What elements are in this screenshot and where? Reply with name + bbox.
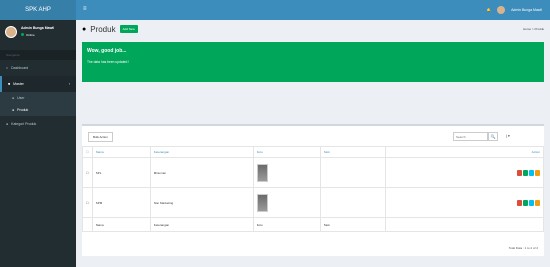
data-box: Bulk Action 🔍 | ▾ ☐ Nama Keterangan Foto… (82, 124, 545, 256)
footer-cell (82, 217, 93, 232)
data-table: ☐ Nama Keterangan Foto Stok Action ☐ SPL… (82, 146, 545, 232)
sidebar: Admin Bunga Mawil Online Navigation ⌂ Das… (0, 20, 76, 267)
detail-icon[interactable] (529, 199, 534, 206)
users-icon: ● (6, 122, 9, 126)
user-status: Online (21, 33, 54, 37)
user-panel: Admin Bunga Mawil Online (0, 20, 76, 50)
product-photo[interactable] (256, 163, 268, 182)
footer-cell: Foto (252, 217, 321, 232)
bell-icon[interactable]: 🔔 (487, 8, 491, 12)
cell-actions (384, 157, 545, 188)
cell-foto (252, 157, 321, 188)
alert-text: The data has been updated ! (87, 60, 130, 64)
cell-nama: SPL (91, 157, 151, 188)
sidebar-item-produk[interactable]: ● Produk (0, 104, 76, 116)
cell-stok (319, 187, 386, 218)
breadcrumb[interactable]: Home > Produk (523, 27, 544, 31)
cell-actions (384, 187, 545, 218)
total-data-label: Total Data : 1 to 2 of 2 (508, 246, 538, 250)
footer-cell: Stok (319, 217, 386, 232)
online-dot-icon (21, 33, 24, 36)
footer-cell: Nama (91, 217, 151, 232)
cell-keterangan: Non Marketing (149, 187, 254, 218)
cell-stok (319, 157, 386, 188)
table-header-row: ☐ Nama Keterangan Foto Stok Action (82, 146, 545, 158)
users-icon: ● (82, 25, 87, 33)
sidebar-item-dashboard[interactable]: ⌂ Dashboard (0, 60, 76, 76)
table-row: ☐ SPM Non Marketing (82, 187, 545, 218)
column-header[interactable]: Foto (252, 146, 321, 158)
table-toolbar: Bulk Action 🔍 | ▾ (82, 126, 544, 146)
navbar-right: 🔔 Admin Bunga Mawil (487, 6, 542, 14)
edit-icon[interactable] (535, 169, 540, 176)
add-new-button[interactable]: Add New (119, 25, 138, 33)
app-brand[interactable]: SPK AHP (0, 0, 76, 20)
sidebar-item-kategori-produk[interactable]: ● Kategori Produk (0, 116, 76, 132)
sidebar-item-user[interactable]: ● User (0, 92, 76, 104)
cell-nama: SPM (91, 187, 151, 218)
column-header[interactable]: Keterangan (149, 146, 254, 158)
bulk-action-button[interactable]: Bulk Action (88, 132, 113, 142)
home-icon: ⌂ (6, 66, 9, 70)
table-footer-row: Nama Keterangan Foto Stok (82, 217, 545, 232)
success-alert: Wow, good job... The data has been updat… (82, 42, 544, 82)
user-icon: ● (12, 96, 15, 100)
view-icon[interactable] (523, 169, 528, 176)
column-header[interactable]: Stok (319, 146, 386, 158)
product-photo[interactable] (256, 193, 268, 212)
nav-header: Navigation (0, 50, 76, 60)
edit-icon[interactable] (535, 199, 540, 206)
cell-foto (252, 187, 321, 218)
search-icon[interactable]: 🔍 (488, 132, 498, 141)
view-icon[interactable] (523, 199, 528, 206)
column-header: Action (384, 146, 545, 158)
footer-cell (384, 217, 545, 232)
navbar-user-name[interactable]: Admin Bunga Mawil (511, 8, 542, 12)
alert-title: Wow, good job... (87, 48, 127, 54)
page-title: Produk (90, 24, 116, 34)
top-navbar: SPK AHP ≡ 🔔 Admin Bunga Mawil (0, 0, 550, 20)
file-icon: ■ (8, 82, 11, 86)
content-area: ● Produk Add New Home > Produk Wow, good… (76, 20, 550, 267)
delete-icon[interactable] (517, 199, 522, 206)
columns-button[interactable]: | ▾ (501, 132, 515, 141)
select-all-checkbox[interactable]: ☐ (82, 146, 93, 158)
content-header: ● Produk Add New Home > Produk (76, 20, 550, 38)
cell-keterangan: Minuman (149, 157, 254, 188)
table-row: ☐ SPL Minuman (82, 157, 545, 188)
detail-icon[interactable] (529, 169, 534, 176)
row-checkbox[interactable]: ☐ (82, 157, 93, 188)
column-header[interactable]: Nama (91, 146, 151, 158)
search-input[interactable] (453, 132, 488, 141)
row-checkbox[interactable]: ☐ (82, 187, 93, 218)
sidebar-item-master[interactable]: ■ Master ‹ (0, 76, 76, 92)
users-icon: ● (12, 108, 15, 112)
chevron-icon: ‹ (68, 82, 70, 86)
sidebar-submenu: ● User ● Produk (0, 92, 76, 116)
sidebar-toggle-icon[interactable]: ≡ (83, 6, 87, 12)
sidebar-user-name: Admin Bunga Mawil (21, 26, 55, 30)
delete-icon[interactable] (517, 169, 522, 176)
avatar[interactable] (497, 6, 506, 14)
avatar (5, 26, 17, 38)
footer-cell: Keterangan (149, 217, 254, 232)
